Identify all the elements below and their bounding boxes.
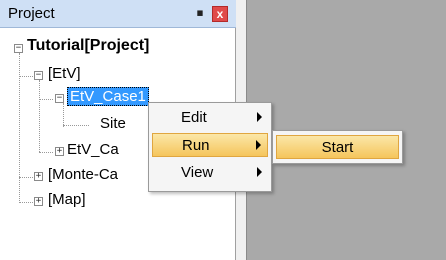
tree-line — [63, 125, 89, 126]
expand-icon[interactable]: + — [34, 197, 43, 206]
tree-node-site[interactable]: Site — [100, 115, 126, 132]
menu-item-label: View — [181, 164, 214, 181]
collapse-icon[interactable]: − — [34, 71, 43, 80]
panel-titlebar: Project ⏹ x — [0, 0, 236, 28]
tree-line — [39, 152, 53, 153]
expand-icon[interactable]: + — [34, 172, 43, 181]
menu-item-label: Edit — [181, 109, 207, 126]
run-submenu: Start — [272, 130, 403, 164]
menu-item-run[interactable]: Run — [152, 133, 268, 157]
tree-node-etv-case1[interactable]: EtV_Case1 — [67, 87, 149, 106]
collapse-icon[interactable]: − — [55, 94, 64, 103]
collapse-icon[interactable]: − — [14, 44, 23, 53]
expand-icon[interactable]: + — [55, 147, 64, 156]
tree-line — [19, 202, 33, 203]
context-menu: Edit Run View — [148, 102, 272, 192]
submenu-arrow-icon — [257, 167, 262, 177]
submenu-arrow-icon — [257, 112, 262, 122]
tree-line — [39, 99, 53, 100]
menu-item-label: Run — [182, 137, 210, 154]
tree-line — [39, 80, 40, 152]
menu-item-start[interactable]: Start — [276, 135, 399, 159]
tree-node-map[interactable]: [Map] — [48, 191, 86, 208]
tree-line — [63, 103, 64, 127]
tree-line — [19, 177, 33, 178]
tree-line — [19, 76, 33, 77]
panel-title: Project — [8, 5, 55, 22]
tree-node-root[interactable]: Tutorial[Project] — [27, 37, 149, 55]
tree-node-etv-case2[interactable]: EtV_Ca — [67, 141, 119, 158]
tree-node-monte-carlo[interactable]: [Monte-Ca — [48, 166, 118, 183]
close-icon[interactable]: x — [212, 6, 228, 22]
menu-item-label: Start — [321, 139, 354, 156]
pin-icon[interactable]: ⏹ — [193, 5, 207, 21]
menu-item-edit[interactable]: Edit — [152, 106, 268, 130]
menu-item-view[interactable]: View — [152, 161, 268, 185]
submenu-arrow-icon — [256, 140, 261, 150]
tree-node-etv[interactable]: [EtV] — [48, 65, 81, 82]
